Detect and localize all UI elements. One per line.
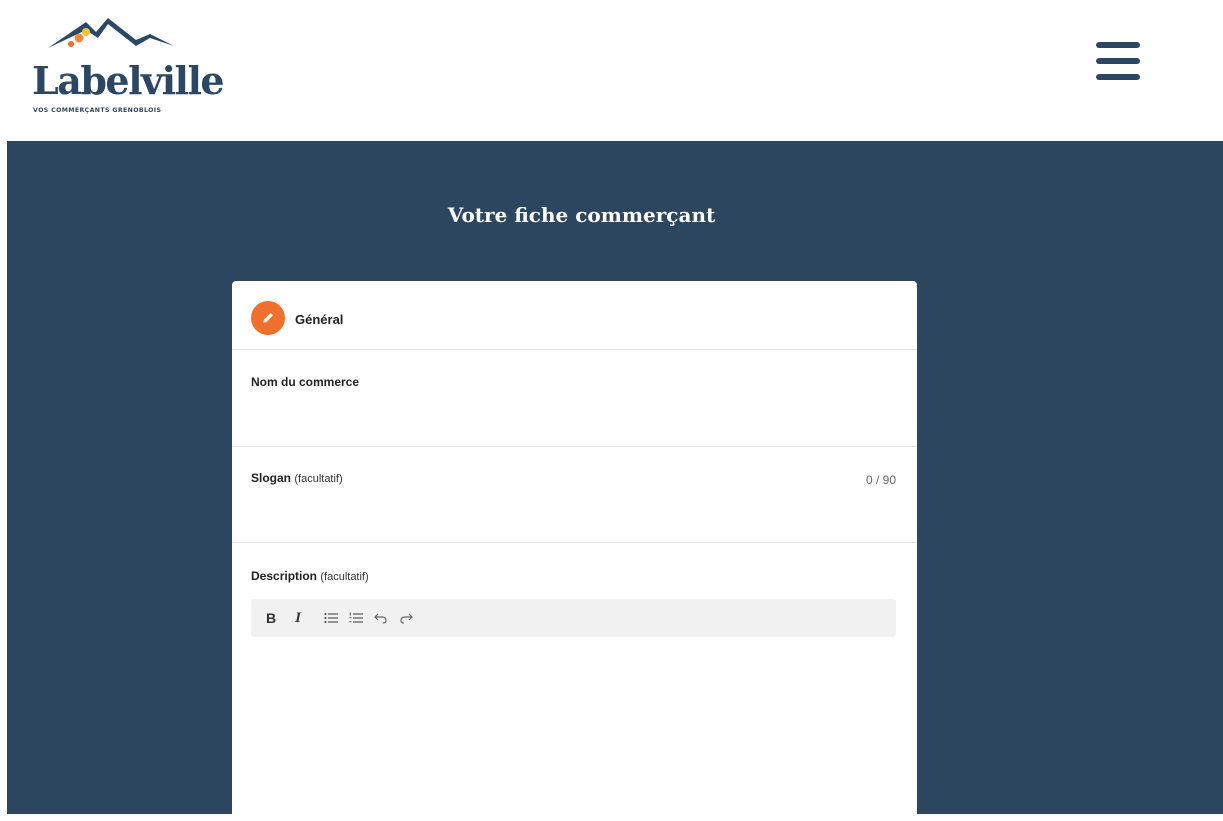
redo-icon[interactable] xyxy=(398,608,414,628)
shop-name-label-text: Nom du commerce xyxy=(251,375,360,389)
menu-bar-middle xyxy=(1096,58,1140,64)
description-label-text: Description xyxy=(251,569,318,583)
rich-text-toolbar: B I xyxy=(251,599,896,637)
bold-button[interactable]: B xyxy=(264,608,278,628)
italic-button[interactable]: I xyxy=(291,608,305,628)
shop-name-label: Nom du commerce xyxy=(251,375,359,389)
description-field: Description (facultatif) B I xyxy=(232,543,917,821)
shop-name-field: Nom du commerce xyxy=(232,351,917,447)
menu-bar-bottom xyxy=(1096,74,1140,80)
mountain-logo-icon xyxy=(48,18,174,48)
slogan-label: Slogan (facultatif) xyxy=(251,471,343,485)
undo-icon[interactable] xyxy=(373,608,389,628)
main-content: Votre fiche commerçant Général Nom du co… xyxy=(7,141,1223,821)
page-title: Votre fiche commerçant xyxy=(447,203,716,227)
description-label: Description (facultatif) xyxy=(251,569,369,583)
numbered-list-icon[interactable] xyxy=(348,608,364,628)
hamburger-menu-icon[interactable] xyxy=(1096,42,1140,80)
menu-bar-top xyxy=(1096,42,1140,48)
slogan-field: Slogan (facultatif) 0 / 90 xyxy=(232,447,917,543)
shop-name-input[interactable] xyxy=(251,395,896,435)
merchant-form-card: Général Nom du commerce Slogan (facultat… xyxy=(232,281,917,821)
labelville-logo[interactable]: Labelville VOS COMMERÇANTS GRENOBLOIS xyxy=(28,10,225,120)
pencil-icon xyxy=(251,301,285,335)
section-header-general: Général xyxy=(232,281,917,350)
slogan-label-text: Slogan xyxy=(251,471,292,485)
section-title: Général xyxy=(295,312,344,327)
logo-tagline: VOS COMMERÇANTS GRENOBLOIS xyxy=(33,107,162,114)
bullet-list-icon[interactable] xyxy=(323,608,339,628)
logo-wordmark: Labelville xyxy=(32,58,225,103)
slogan-optional-hint: (facultatif) xyxy=(294,473,343,485)
site-header: Labelville VOS COMMERÇANTS GRENOBLOIS xyxy=(0,0,1223,141)
description-optional-hint: (facultatif) xyxy=(320,571,369,583)
slogan-char-counter: 0 / 90 xyxy=(865,473,896,487)
description-editor[interactable] xyxy=(251,641,896,816)
slogan-input[interactable] xyxy=(251,491,896,531)
